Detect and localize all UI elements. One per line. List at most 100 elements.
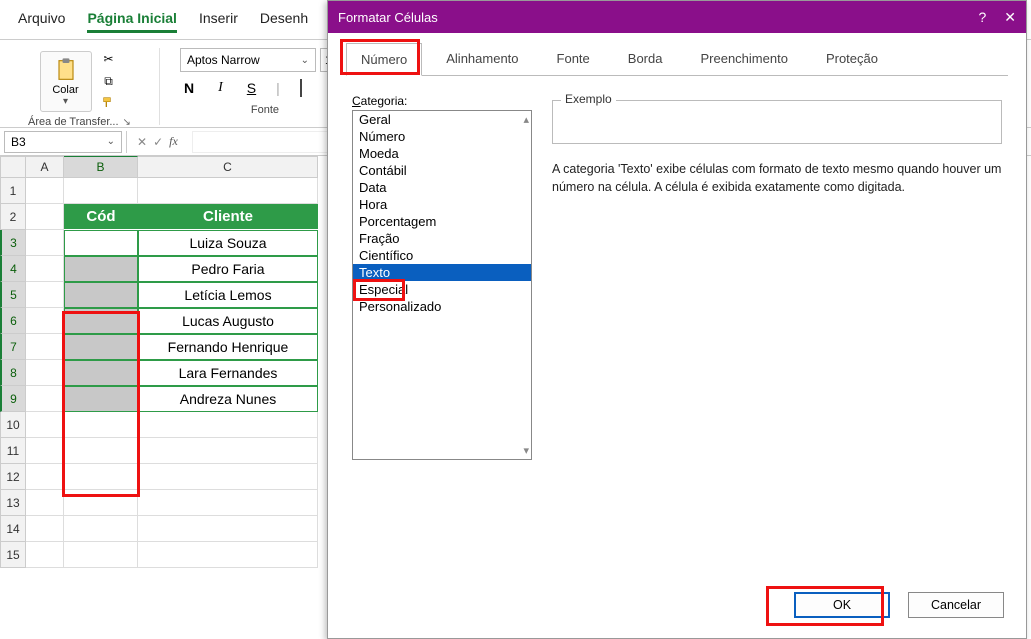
- category-item[interactable]: Personalizado: [353, 298, 531, 315]
- cell-cliente[interactable]: Pedro Faria: [138, 256, 318, 282]
- help-button[interactable]: ?: [978, 9, 986, 25]
- copy-icon[interactable]: ⧉: [98, 72, 120, 90]
- cell[interactable]: [64, 412, 138, 438]
- cell-cod[interactable]: [64, 386, 138, 412]
- name-box[interactable]: B3 ⌄: [4, 131, 122, 153]
- category-item[interactable]: Fração: [353, 230, 531, 247]
- category-item[interactable]: Número: [353, 128, 531, 145]
- cut-icon[interactable]: ✂: [98, 50, 120, 68]
- cell[interactable]: [26, 204, 64, 230]
- scroll-up-icon[interactable]: ▴: [523, 113, 529, 126]
- cell[interactable]: [26, 282, 64, 308]
- category-item[interactable]: Especial: [353, 281, 531, 298]
- row-header[interactable]: 9: [0, 386, 26, 412]
- cell[interactable]: [138, 438, 318, 464]
- category-item[interactable]: Geral: [353, 111, 531, 128]
- category-item[interactable]: Científico: [353, 247, 531, 264]
- ribbon-tab-arquivo[interactable]: Arquivo: [18, 10, 65, 33]
- ribbon-tab-inserir[interactable]: Inserir: [199, 10, 238, 33]
- tab-borda[interactable]: Borda: [614, 43, 677, 76]
- cell-cliente[interactable]: Luiza Souza: [138, 230, 318, 256]
- cell[interactable]: [26, 256, 64, 282]
- tab-protecao[interactable]: Proteção: [812, 43, 892, 76]
- cell[interactable]: [26, 178, 64, 204]
- cell[interactable]: [64, 490, 138, 516]
- category-listbox[interactable]: ▴ Geral Número Moeda Contábil Data Hora …: [352, 110, 532, 460]
- tab-fonte[interactable]: Fonte: [543, 43, 604, 76]
- cell[interactable]: [64, 464, 138, 490]
- category-item[interactable]: Moeda: [353, 145, 531, 162]
- select-all-corner[interactable]: [0, 156, 26, 178]
- cell[interactable]: [26, 230, 64, 256]
- borders-button[interactable]: [296, 78, 306, 98]
- cell[interactable]: [138, 412, 318, 438]
- underline-button[interactable]: S: [243, 78, 260, 98]
- tab-alinhamento[interactable]: Alinhamento: [432, 43, 532, 76]
- row-header[interactable]: 4: [0, 256, 26, 282]
- cell[interactable]: [64, 542, 138, 568]
- cell[interactable]: [138, 464, 318, 490]
- font-family-select[interactable]: Aptos Narrow ⌄: [180, 48, 316, 72]
- table-header-cod[interactable]: Cód: [64, 204, 138, 230]
- cell[interactable]: [138, 542, 318, 568]
- cell-cod[interactable]: [64, 282, 138, 308]
- row-header[interactable]: 3: [0, 230, 26, 256]
- cell[interactable]: [26, 360, 64, 386]
- ribbon-tab-pagina-inicial[interactable]: Página Inicial: [87, 10, 176, 33]
- cell-cliente[interactable]: Lucas Augusto: [138, 308, 318, 334]
- cell[interactable]: [64, 438, 138, 464]
- row-header[interactable]: 15: [0, 542, 26, 568]
- cell[interactable]: [26, 308, 64, 334]
- category-item[interactable]: Hora: [353, 196, 531, 213]
- row-header[interactable]: 6: [0, 308, 26, 334]
- cell-cliente[interactable]: Fernando Henrique: [138, 334, 318, 360]
- dialog-launcher-icon[interactable]: ↘: [123, 117, 131, 128]
- row-header[interactable]: 1: [0, 178, 26, 204]
- col-header-b[interactable]: B: [64, 156, 138, 178]
- cancel-button[interactable]: Cancelar: [908, 592, 1004, 618]
- cell-cliente[interactable]: Letícia Lemos: [138, 282, 318, 308]
- cell-cod[interactable]: [64, 308, 138, 334]
- cell[interactable]: [26, 464, 64, 490]
- cell[interactable]: [64, 516, 138, 542]
- ribbon-tab-desenhar[interactable]: Desenh: [260, 10, 308, 33]
- cell-cod[interactable]: [64, 360, 138, 386]
- row-header[interactable]: 12: [0, 464, 26, 490]
- category-item[interactable]: Data: [353, 179, 531, 196]
- row-header[interactable]: 13: [0, 490, 26, 516]
- cell[interactable]: [26, 386, 64, 412]
- row-header[interactable]: 11: [0, 438, 26, 464]
- close-button[interactable]: ✕: [1004, 9, 1016, 26]
- cell[interactable]: [26, 438, 64, 464]
- cell-cliente[interactable]: Andreza Nunes: [138, 386, 318, 412]
- row-header[interactable]: 10: [0, 412, 26, 438]
- cancel-formula-icon[interactable]: ✕: [137, 135, 147, 149]
- cell-cod[interactable]: [64, 256, 138, 282]
- table-header-cliente[interactable]: Cliente: [138, 204, 318, 230]
- ok-button[interactable]: OK: [794, 592, 890, 618]
- cell-cliente[interactable]: Lara Fernandes: [138, 360, 318, 386]
- cell[interactable]: [64, 178, 138, 204]
- col-header-c[interactable]: C: [138, 156, 318, 178]
- col-header-a[interactable]: A: [26, 156, 64, 178]
- tab-numero[interactable]: Número: [346, 43, 422, 76]
- cell[interactable]: [26, 412, 64, 438]
- category-item-texto[interactable]: Texto: [353, 264, 531, 281]
- category-item[interactable]: Contábil: [353, 162, 531, 179]
- fx-icon[interactable]: fx: [169, 134, 178, 149]
- bold-button[interactable]: N: [180, 78, 198, 98]
- row-header[interactable]: 2: [0, 204, 26, 230]
- paste-button[interactable]: Colar ▾: [40, 51, 92, 112]
- cell[interactable]: [26, 490, 64, 516]
- scroll-down-icon[interactable]: ▾: [523, 444, 529, 457]
- enter-formula-icon[interactable]: ✓: [153, 135, 163, 149]
- row-header[interactable]: 8: [0, 360, 26, 386]
- row-header[interactable]: 5: [0, 282, 26, 308]
- cell[interactable]: [138, 178, 318, 204]
- cell[interactable]: [26, 542, 64, 568]
- row-header[interactable]: 14: [0, 516, 26, 542]
- row-header[interactable]: 7: [0, 334, 26, 360]
- cell[interactable]: [138, 516, 318, 542]
- cell[interactable]: [26, 334, 64, 360]
- cell[interactable]: [138, 490, 318, 516]
